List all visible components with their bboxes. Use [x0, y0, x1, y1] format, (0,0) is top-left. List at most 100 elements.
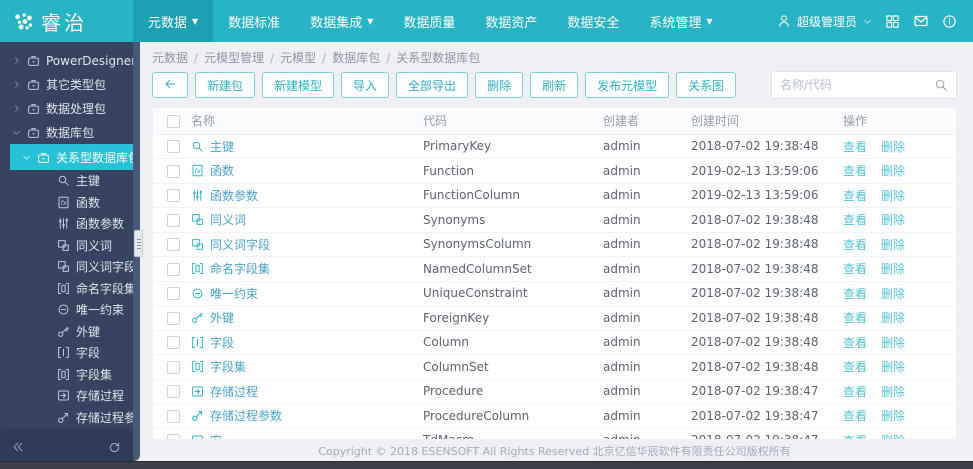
- sidebar-item[interactable]: 主键: [0, 170, 133, 192]
- nav-item[interactable]: 数据集成 ▼: [295, 0, 388, 42]
- delete-link[interactable]: 删除: [881, 336, 905, 350]
- delete-link[interactable]: 删除: [881, 189, 905, 203]
- qr-code-icon[interactable]: [885, 14, 900, 29]
- toolbar-button[interactable]: 新建包: [195, 72, 256, 98]
- chevron-down-icon[interactable]: [12, 128, 21, 137]
- view-link[interactable]: 查看: [843, 164, 867, 178]
- toolbar-button[interactable]: 关系图: [676, 72, 737, 98]
- row-name-link[interactable]: 命名字段集: [191, 260, 423, 277]
- nav-item[interactable]: 数据资产: [470, 0, 552, 42]
- search-icon[interactable]: [934, 78, 948, 92]
- row-checkbox[interactable]: [167, 189, 180, 203]
- toolbar-button[interactable]: 全部导出: [396, 72, 469, 98]
- toolbar-button[interactable]: 导入: [341, 72, 390, 98]
- row-name-link[interactable]: 存储过程: [191, 383, 423, 400]
- view-link[interactable]: 查看: [843, 189, 867, 203]
- sidebar-item[interactable]: 命名字段集: [0, 278, 133, 300]
- row-name-link[interactable]: 字段集: [191, 358, 423, 375]
- info-icon[interactable]: [942, 14, 957, 29]
- row-name-link[interactable]: 主键: [191, 138, 423, 155]
- row-checkbox[interactable]: [167, 311, 180, 325]
- sidebar-item[interactable]: 字段集: [0, 364, 133, 386]
- select-all-checkbox[interactable]: [167, 114, 180, 128]
- row-name-link[interactable]: 函数参数: [191, 187, 423, 204]
- row-checkbox[interactable]: [167, 287, 180, 301]
- sidebar-item[interactable]: PowerDesigner包: [0, 48, 133, 72]
- sidebar-item[interactable]: 同义词字段: [0, 256, 133, 278]
- toolbar-button[interactable]: 发布元模型: [585, 72, 670, 98]
- view-link[interactable]: 查看: [843, 336, 867, 350]
- delete-link[interactable]: 删除: [881, 311, 905, 325]
- sidebar-item[interactable]: 数据处理包: [0, 96, 133, 120]
- delete-link[interactable]: 删除: [881, 385, 905, 399]
- row-checkbox[interactable]: [167, 238, 180, 252]
- breadcrumb-item[interactable]: 元模型管理: [204, 49, 264, 66]
- view-link[interactable]: 查看: [843, 262, 867, 276]
- row-name-link[interactable]: 外键: [191, 309, 423, 326]
- refresh-tree-icon[interactable]: [108, 441, 121, 454]
- sidebar-item[interactable]: 同义词: [0, 235, 133, 257]
- collapse-sidebar-icon[interactable]: [12, 441, 24, 453]
- sidebar-item[interactable]: 存储过程参数: [0, 407, 133, 429]
- breadcrumb-item[interactable]: 元模型: [280, 49, 316, 66]
- delete-link[interactable]: 删除: [881, 213, 905, 227]
- view-link[interactable]: 查看: [843, 385, 867, 399]
- breadcrumb-item[interactable]: 数据库包: [332, 49, 380, 66]
- row-checkbox[interactable]: [167, 213, 180, 227]
- row-name-link[interactable]: 存储过程参数: [191, 407, 423, 424]
- search-input[interactable]: [780, 78, 934, 92]
- chevron-down-icon[interactable]: [22, 153, 31, 162]
- delete-link[interactable]: 删除: [881, 238, 905, 252]
- toolbar-button[interactable]: 新建模型: [262, 72, 335, 98]
- nav-item[interactable]: 元数据 ▼: [133, 0, 214, 42]
- row-checkbox[interactable]: [167, 140, 180, 154]
- view-link[interactable]: 查看: [843, 409, 867, 423]
- sidebar-item[interactable]: 其它类型包: [0, 72, 133, 96]
- row-name-link[interactable]: 同义词字段: [191, 236, 423, 253]
- view-link[interactable]: 查看: [843, 360, 867, 374]
- row-checkbox[interactable]: [167, 385, 180, 399]
- row-checkbox[interactable]: [167, 262, 180, 276]
- view-link[interactable]: 查看: [843, 238, 867, 252]
- row-checkbox[interactable]: [167, 409, 180, 423]
- toolbar-button[interactable]: 删除: [475, 72, 524, 98]
- delete-link[interactable]: 删除: [881, 287, 905, 301]
- row-name-link[interactable]: fx 函数: [191, 162, 423, 179]
- delete-link[interactable]: 删除: [881, 140, 905, 154]
- sidebar-item[interactable]: 函数参数: [0, 213, 133, 235]
- row-checkbox[interactable]: [167, 336, 180, 350]
- row-name-link[interactable]: 字段: [191, 334, 423, 351]
- sidebar-item[interactable]: fx 函数: [0, 192, 133, 214]
- row-name-link[interactable]: 唯一约束: [191, 285, 423, 302]
- nav-item[interactable]: 数据标准: [213, 0, 295, 42]
- toolbar-button[interactable]: 刷新: [530, 72, 579, 98]
- row-name-link[interactable]: 宏: [191, 432, 423, 439]
- user-menu[interactable]: 超级管理员: [777, 13, 872, 30]
- mail-icon[interactable]: [913, 13, 929, 29]
- nav-item[interactable]: 数据质量: [388, 0, 470, 42]
- view-link[interactable]: 查看: [843, 140, 867, 154]
- delete-link[interactable]: 删除: [881, 262, 905, 276]
- sidebar-resize-handle[interactable]: [134, 230, 143, 257]
- nav-item[interactable]: 数据安全: [552, 0, 634, 42]
- row-checkbox[interactable]: [167, 164, 180, 178]
- back-button[interactable]: [152, 72, 188, 98]
- delete-link[interactable]: 删除: [881, 164, 905, 178]
- chevron-right-icon[interactable]: [12, 104, 21, 113]
- sidebar-item[interactable]: 存储过程: [0, 385, 133, 407]
- view-link[interactable]: 查看: [843, 213, 867, 227]
- breadcrumb-item[interactable]: 关系型数据库包: [396, 49, 480, 66]
- delete-link[interactable]: 删除: [881, 360, 905, 374]
- view-link[interactable]: 查看: [843, 311, 867, 325]
- sidebar-item[interactable]: 唯一约束: [0, 299, 133, 321]
- row-checkbox[interactable]: [167, 360, 180, 374]
- sidebar-item[interactable]: 字段: [0, 342, 133, 364]
- row-name-link[interactable]: 同义词: [191, 211, 423, 228]
- nav-item[interactable]: 系统管理 ▼: [634, 0, 727, 42]
- sidebar-item[interactable]: 数据库包: [0, 120, 133, 144]
- chevron-right-icon[interactable]: [12, 56, 21, 65]
- sidebar-item[interactable]: 关系型数据库包: [10, 144, 133, 170]
- delete-link[interactable]: 删除: [881, 409, 905, 423]
- view-link[interactable]: 查看: [843, 287, 867, 301]
- sidebar-item[interactable]: 外键: [0, 321, 133, 343]
